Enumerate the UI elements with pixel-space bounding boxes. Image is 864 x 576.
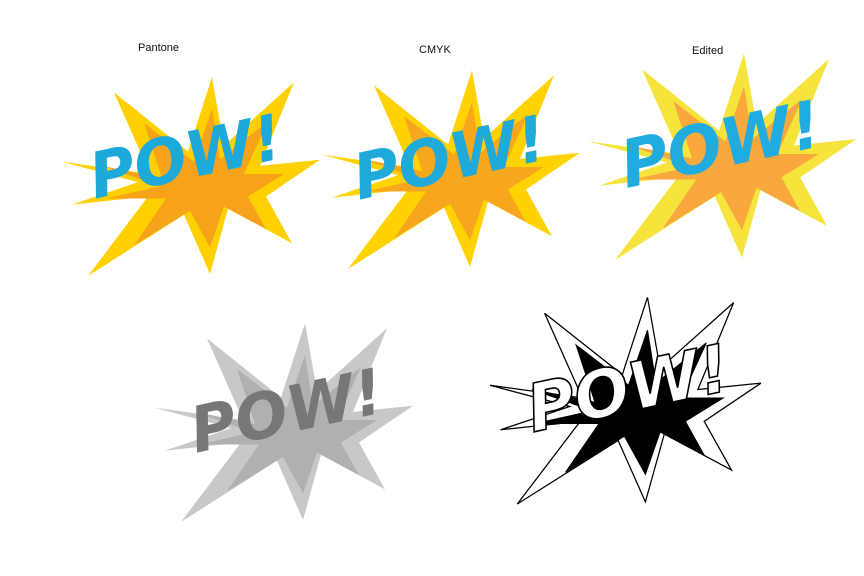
pow-burst-grayscale: POW! [155, 323, 413, 522]
pow-burst-edited: POW! [588, 53, 857, 260]
artboard: POW! POW! POW! POW! POW! [62, 53, 857, 522]
pow-burst-cmyk: POW! [322, 70, 580, 269]
pow-burst-pantone: POW! [62, 77, 320, 276]
pow-burst-lineart: POW! [489, 296, 762, 505]
